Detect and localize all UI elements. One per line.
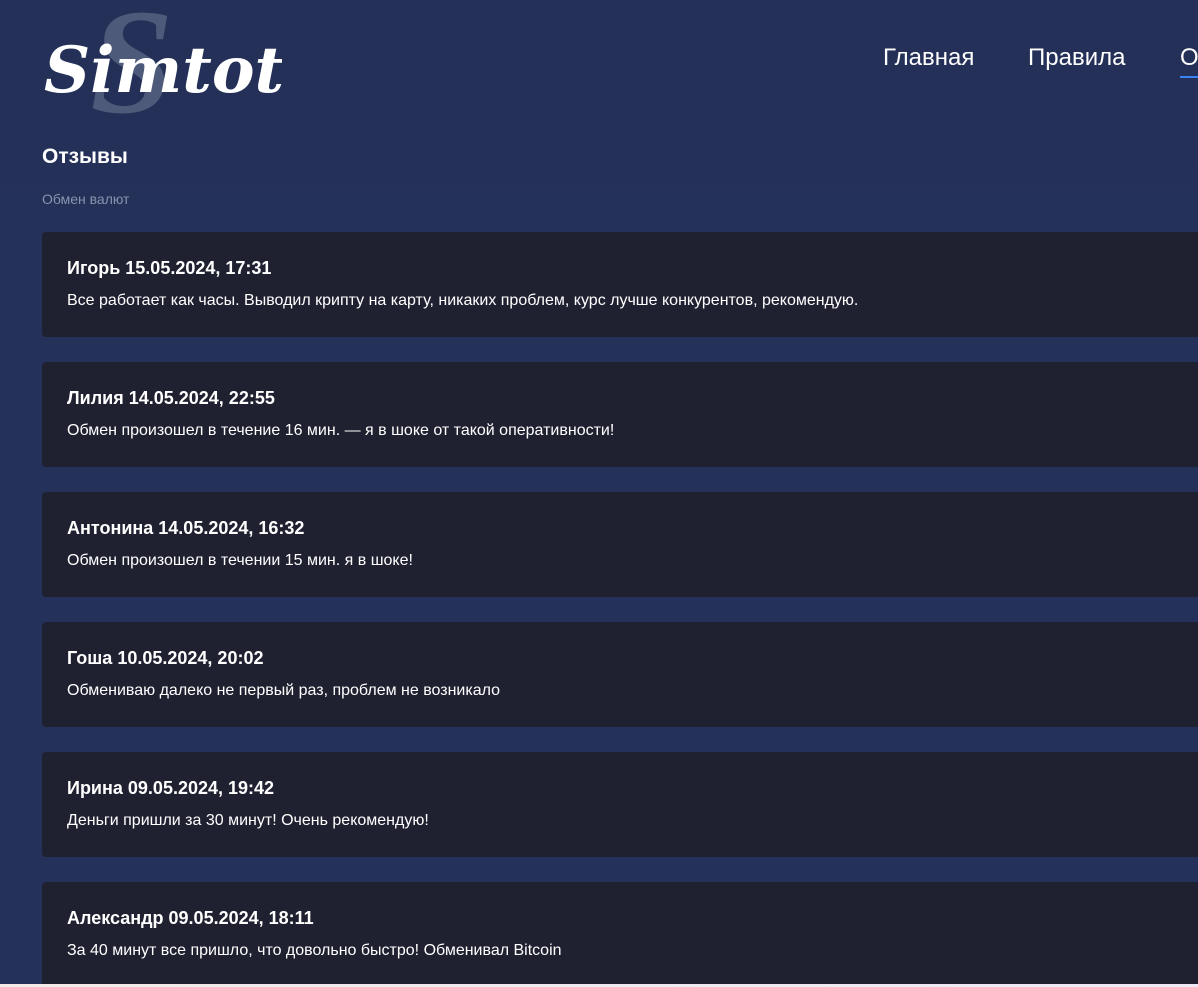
review-date: 10.05.2024, 20:02 — [117, 648, 264, 668]
review-header: Антонина 14.05.2024, 16:32 — [67, 517, 1198, 539]
logo-graphic: S Simtot — [44, 0, 282, 120]
review-date: 15.05.2024, 17:31 — [125, 258, 272, 278]
page-title: Отзывы — [42, 145, 128, 168]
review-text: Обмениваю далеко не первый раз, проблем … — [67, 682, 501, 699]
review-header: Лилия 14.05.2024, 22:55 — [67, 387, 1198, 409]
review-date: 09.05.2024, 19:42 — [127, 778, 275, 798]
review-author: Александр — [67, 908, 164, 928]
review-header: Александр 09.05.2024, 18:11 — [67, 907, 1198, 929]
review-header: Гоша 10.05.2024, 20:02 — [67, 647, 1198, 669]
review-card: Лилия 14.05.2024, 22:55 Обмен произошел … — [42, 362, 1198, 467]
review-author: Гоша — [67, 648, 113, 668]
page-subtitle: Обмен валют — [42, 191, 130, 207]
review-text: Деньги пришли за 30 минут! Очень рекомен… — [67, 812, 429, 829]
review-card: Антонина 14.05.2024, 16:32 Обмен произош… — [42, 492, 1198, 597]
review-date: 14.05.2024, 16:32 — [158, 518, 305, 538]
review-text: Обмен произошел в течении 15 мин. я в шо… — [67, 552, 413, 569]
review-header: Ирина 09.05.2024, 19:42 — [67, 777, 1198, 799]
review-card: Александр 09.05.2024, 18:11 За 40 минут … — [42, 882, 1198, 987]
nav-item-home[interactable]: Главная — [883, 44, 974, 72]
review-text: За 40 минут все пришло, что довольно быс… — [67, 942, 562, 959]
review-date: 14.05.2024, 22:55 — [128, 388, 275, 408]
review-text: Обмен произошел в течение 16 мин. — я в … — [67, 422, 615, 439]
reviews-list: Игорь 15.05.2024, 17:31 Все работает как… — [42, 232, 1198, 987]
review-text: Все работает как часы. Выводил крипту на… — [67, 292, 859, 309]
review-card: Гоша 10.05.2024, 20:02 Обмениваю далеко … — [42, 622, 1198, 727]
page: S Simtot Главная Правила О Отзывы Обмен … — [0, 0, 1198, 987]
review-card: Ирина 09.05.2024, 19:42 Деньги пришли за… — [42, 752, 1198, 857]
review-header: Игорь 15.05.2024, 17:31 — [67, 257, 1198, 279]
review-author: Игорь — [67, 258, 121, 278]
review-author: Лилия — [67, 388, 124, 408]
site-logo[interactable]: S Simtot — [42, 0, 282, 120]
review-author: Антонина — [67, 518, 154, 538]
nav-item-rules[interactable]: Правила — [1028, 44, 1125, 72]
review-date: 09.05.2024, 18:11 — [168, 908, 314, 928]
logo-text: Simtot — [44, 33, 282, 108]
review-author: Ирина — [67, 778, 123, 798]
nav-item-about[interactable]: О — [1180, 44, 1198, 78]
review-card: Игорь 15.05.2024, 17:31 Все работает как… — [42, 232, 1198, 337]
